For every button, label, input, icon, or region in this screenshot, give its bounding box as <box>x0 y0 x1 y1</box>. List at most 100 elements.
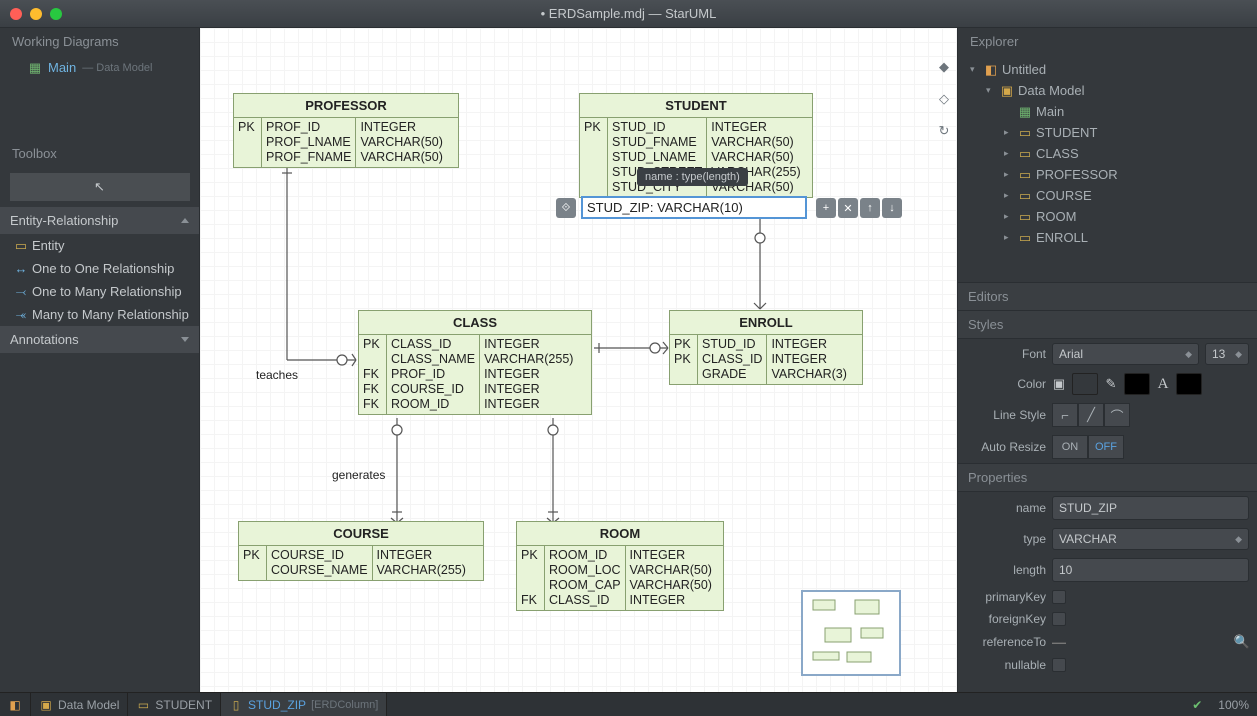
inline-edit-input[interactable]: STUD_ZIP: VARCHAR(10) <box>581 196 807 219</box>
tree-main[interactable]: ▦Main <box>958 101 1257 122</box>
linestyle-rectilinear[interactable]: ⌐ <box>1052 403 1078 427</box>
entity-title: COURSE <box>239 522 483 546</box>
prop-type-select[interactable]: VARCHAR◆ <box>1052 528 1249 550</box>
entity-icon: ▭ <box>1018 210 1032 224</box>
tool-entity[interactable]: ▭ Entity <box>0 234 199 257</box>
rotate-icon[interactable]: ◇ <box>935 90 953 108</box>
many-many-icon: ⤛ <box>14 308 28 322</box>
prop-primarykey-checkbox[interactable] <box>1052 590 1066 604</box>
sb-datamodel[interactable]: ▣Data Model <box>31 693 128 716</box>
prop-nullable-checkbox[interactable] <box>1052 658 1066 672</box>
sb-validate[interactable]: ✔ <box>1184 693 1210 716</box>
entity-title: PROFESSOR <box>234 94 458 118</box>
tool-one-to-many[interactable]: ⤙ One to Many Relationship <box>0 280 199 303</box>
edit-delete-button[interactable]: ✕ <box>838 198 858 218</box>
font-select[interactable]: Arial◆ <box>1052 343 1199 365</box>
linestyle-rounded[interactable]: ⌒ <box>1104 403 1130 427</box>
prop-name-input[interactable] <box>1052 496 1249 520</box>
explorer-tree: ▾◧Untitled ▾▣Data Model ▦Main ▸▭STUDENT … <box>958 55 1257 252</box>
entity-room[interactable]: ROOM PK FK ROOM_IDROOM_LOCROOM_CAPCLASS_… <box>516 521 724 611</box>
edit-add-button[interactable]: + <box>816 198 836 218</box>
column-icon: ▯ <box>229 698 243 712</box>
refresh-icon[interactable]: ↻ <box>935 122 953 140</box>
entity-icon: ▭ <box>1018 147 1032 161</box>
tree-item-course[interactable]: ▸▭COURSE <box>958 185 1257 206</box>
toolbox-header: Toolbox <box>0 140 199 167</box>
tree-datamodel[interactable]: ▾▣Data Model <box>958 80 1257 101</box>
sb-studzip[interactable]: ▯STUD_ZIP[ERDColumn] <box>221 693 387 716</box>
entity-title: ENROLL <box>670 311 862 335</box>
statusbar: ◧ ▣Data Model ▭STUDENT ▯STUD_ZIP[ERDColu… <box>0 692 1257 716</box>
working-diagram-item[interactable]: ▦ Main — Data Model <box>0 55 199 80</box>
edit-expand-button[interactable]: ⟐ <box>556 198 576 218</box>
label-referenceto: referenceTo <box>966 635 1046 649</box>
search-icon[interactable]: 🔍 <box>1235 635 1249 649</box>
entity-title: STUDENT <box>580 94 812 118</box>
entity-professor[interactable]: PROFESSOR PK PROF_IDPROF_LNAMEPROF_FNAME… <box>233 93 459 168</box>
line-color[interactable] <box>1124 373 1150 395</box>
tree-item-class[interactable]: ▸▭CLASS <box>958 143 1257 164</box>
tree-item-room[interactable]: ▸▭ROOM <box>958 206 1257 227</box>
rel-label-generates: generates <box>332 468 385 482</box>
edit-down-button[interactable]: ↓ <box>882 198 902 218</box>
entity-icon: ▭ <box>1018 231 1032 245</box>
collapse-icon <box>181 218 189 223</box>
annotations-label: Annotations <box>10 332 79 347</box>
section-label: Entity-Relationship <box>10 213 118 228</box>
fontsize-select[interactable]: 13◆ <box>1205 343 1249 365</box>
font-color[interactable] <box>1176 373 1202 395</box>
tree-item-enroll[interactable]: ▸▭ENROLL <box>958 227 1257 248</box>
window-title: • ERDSample.mdj — StarUML <box>0 6 1257 21</box>
label-color: Color <box>966 377 1046 391</box>
edit-up-button[interactable]: ↑ <box>860 198 880 218</box>
entity-class[interactable]: CLASS PK FKFKFK CLASS_IDCLASS_NAMEPROF_I… <box>358 310 592 415</box>
rel-label-teaches: teaches <box>256 368 298 382</box>
tool-many-to-many[interactable]: ⤛ Many to Many Relationship <box>0 303 199 326</box>
fill-color[interactable] <box>1072 373 1098 395</box>
prop-foreignkey-checkbox[interactable] <box>1052 612 1066 626</box>
toolbox-section-annotations[interactable]: Annotations <box>0 326 199 353</box>
autoresize-on[interactable]: ON <box>1052 435 1088 459</box>
toolbox-cursor[interactable]: ↖ <box>10 173 190 201</box>
styles-header: Styles <box>958 311 1257 339</box>
prop-length-input[interactable] <box>1052 558 1249 582</box>
canvas-area[interactable]: teaches generates PROFESSOR PK PROF_IDPR… <box>200 28 957 692</box>
model-icon: ▣ <box>1000 84 1014 98</box>
diagram-icon: ▦ <box>1018 105 1032 119</box>
label-primarykey: primaryKey <box>966 590 1046 604</box>
tree-item-professor[interactable]: ▸▭PROFESSOR <box>958 164 1257 185</box>
toolbox-section-er[interactable]: Entity-Relationship <box>0 207 199 234</box>
sb-project[interactable]: ◧ <box>0 693 31 716</box>
entity-enroll[interactable]: ENROLL PKPK STUD_IDCLASS_IDGRADE INTEGER… <box>669 310 863 385</box>
prop-referenceto: — <box>1052 634 1066 650</box>
label-type: type <box>966 532 1046 546</box>
one-many-icon: ⤙ <box>14 285 28 299</box>
expand-icon <box>181 337 189 342</box>
minimap[interactable] <box>801 590 901 676</box>
nav-home-icon[interactable]: ◆ <box>935 58 953 76</box>
entity-icon: ▭ <box>1018 189 1032 203</box>
label-font: Font <box>966 347 1046 361</box>
label-nullable: nullable <box>966 658 1046 672</box>
sb-student[interactable]: ▭STUDENT <box>128 693 221 716</box>
tool-one-to-one[interactable]: ↔ One to One Relationship <box>0 257 199 280</box>
entity-icon: ▭ <box>136 698 150 712</box>
sb-zoom[interactable]: 100% <box>1210 693 1257 716</box>
entity-title: ROOM <box>517 522 723 546</box>
linestyle-oblique[interactable]: ╱ <box>1078 403 1104 427</box>
tree-item-student[interactable]: ▸▭STUDENT <box>958 122 1257 143</box>
one-one-icon: ↔ <box>14 262 28 276</box>
label-autoresize: Auto Resize <box>966 440 1046 454</box>
diagram-icon: ▦ <box>28 61 42 75</box>
autoresize-off[interactable]: OFF <box>1088 435 1124 459</box>
titlebar: • ERDSample.mdj — StarUML <box>0 0 1257 28</box>
label-foreignkey: foreignKey <box>966 612 1046 626</box>
cube-icon: ◧ <box>8 698 22 712</box>
tree-root[interactable]: ▾◧Untitled <box>958 59 1257 80</box>
entity-course[interactable]: COURSE PK COURSE_IDCOURSE_NAME INTEGERVA… <box>238 521 484 581</box>
properties-header: Properties <box>958 463 1257 492</box>
cursor-icon: ↖ <box>94 179 105 195</box>
label-linestyle: Line Style <box>966 408 1046 422</box>
left-panel: Working Diagrams ▦ Main — Data Model Too… <box>0 28 200 692</box>
edit-tooltip: name : type(length) <box>637 168 748 186</box>
